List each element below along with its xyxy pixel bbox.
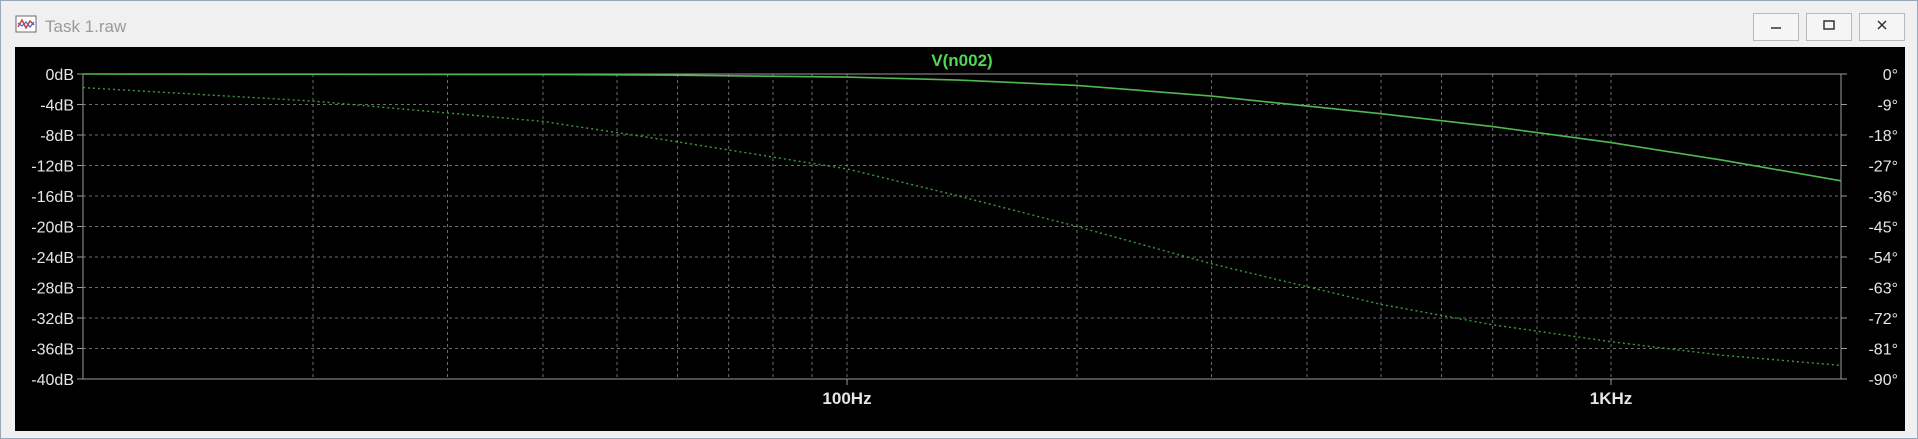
minimize-icon [1769, 18, 1783, 37]
left-tick-label: -8dB [40, 128, 74, 145]
waveform-window: Task 1.raw V(n002) 0dB -4dB -8dB -12dB -16dB… [0, 0, 1918, 439]
left-axis: 0dB -4dB -8dB -12dB -16dB -20dB -24dB -28dB -32d… [31, 67, 83, 389]
left-tick-label: -12dB [31, 159, 74, 176]
left-tick-label: -20dB [31, 220, 74, 237]
chart-title: V(n002) [931, 51, 992, 70]
right-tick-label: -54° [1868, 250, 1898, 267]
window-title: Task 1.raw [45, 17, 127, 36]
series-group [82, 73, 1842, 367]
left-tick-label: 0dB [46, 67, 74, 84]
left-tick-label: -40dB [31, 372, 74, 389]
x-axis: 100Hz 1KHz [822, 379, 1632, 408]
close-icon [1875, 18, 1889, 37]
plot-pane[interactable]: V(n002) 0dB -4dB -8dB -12dB -16dB -20dB -24dB -… [15, 47, 1905, 431]
x-tick-label: 100Hz [822, 389, 871, 408]
series-line-magnitude [82, 73, 1842, 182]
left-tick-label: -16dB [31, 189, 74, 206]
title-bar[interactable]: Task 1.raw [1, 1, 1917, 47]
left-tick-label: -24dB [31, 250, 74, 267]
right-axis: 0° -9° -18° -27° -36° -45° -54° -63° -72° -81° -90… [1841, 67, 1898, 389]
close-button[interactable] [1859, 13, 1905, 41]
right-tick-label: -63° [1868, 281, 1898, 298]
right-tick-label: -45° [1868, 220, 1898, 237]
right-tick-label: -9° [1877, 98, 1898, 115]
right-tick-label: -90° [1868, 372, 1898, 389]
left-tick-label: -4dB [40, 98, 74, 115]
maximize-button[interactable] [1806, 13, 1852, 41]
x-tick-label: 1KHz [1590, 389, 1633, 408]
maximize-icon [1822, 18, 1836, 37]
bode-plot[interactable]: V(n002) 0dB -4dB -8dB -12dB -16dB -20dB -24dB -… [15, 47, 1905, 431]
right-tick-label: -18° [1868, 128, 1898, 145]
right-tick-label: -36° [1868, 189, 1898, 206]
left-tick-label: -28dB [31, 281, 74, 298]
grid [83, 74, 1841, 379]
left-tick-label: -36dB [31, 342, 74, 359]
right-tick-label: -81° [1868, 342, 1898, 359]
right-tick-label: -27° [1868, 159, 1898, 176]
minimize-button[interactable] [1753, 13, 1799, 41]
waveform-viewer-icon [15, 15, 37, 33]
left-tick-label: -32dB [31, 311, 74, 328]
right-tick-label: -72° [1868, 311, 1898, 328]
right-tick-label: 0° [1883, 67, 1898, 84]
